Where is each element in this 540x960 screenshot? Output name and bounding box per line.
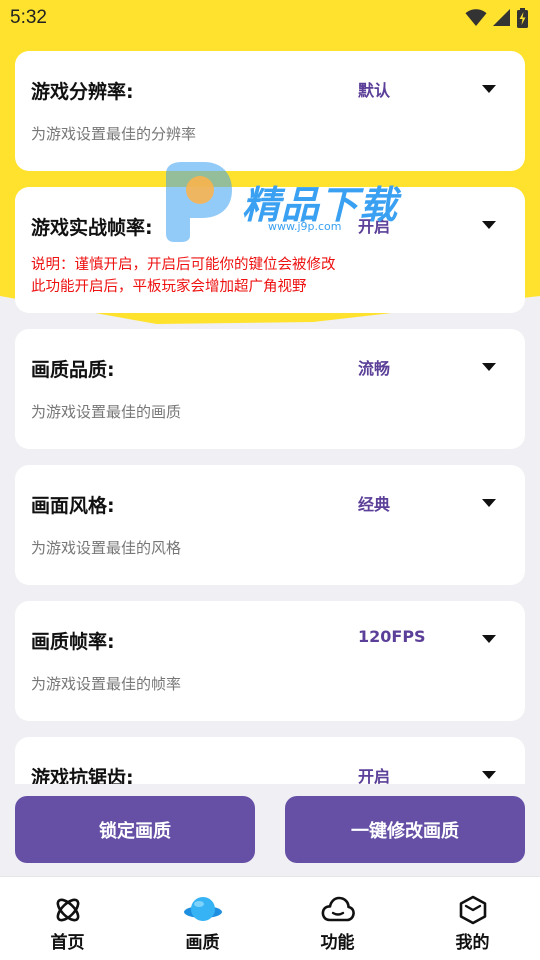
dropdown-arrow-icon[interactable] bbox=[482, 771, 496, 779]
status-icons bbox=[465, 8, 528, 28]
setting-description: 为游戏设置最佳的画质 bbox=[31, 403, 182, 421]
tab-home[interactable]: 首页 bbox=[0, 877, 135, 960]
setting-value[interactable]: 默认 bbox=[358, 77, 390, 101]
setting-card-antialiasing[interactable]: 游戏抗锯齿: 开启 bbox=[15, 737, 525, 784]
setting-title: 画面风格: bbox=[31, 495, 115, 517]
signal-icon bbox=[493, 9, 511, 27]
tab-label: 首页 bbox=[50, 933, 85, 953]
dropdown-arrow-icon[interactable] bbox=[482, 221, 496, 229]
setting-card-framerate[interactable]: 画质帧率: 120FPS 为游戏设置最佳的帧率 bbox=[15, 601, 525, 721]
cloud-icon bbox=[321, 894, 355, 926]
setting-warning-note: 说明：谨慎开启，开启后可能你的键位会被修改 bbox=[31, 257, 336, 273]
lock-quality-button[interactable]: 锁定画质 bbox=[15, 796, 255, 863]
status-bar: 5:32 bbox=[0, 0, 540, 36]
setting-card-style[interactable]: 画面风格: 经典 为游戏设置最佳的风格 bbox=[15, 465, 525, 585]
setting-value[interactable]: 120FPS bbox=[358, 627, 426, 646]
tab-features[interactable]: 功能 bbox=[270, 877, 405, 960]
bottom-tab-bar: 首页 画质 功能 我的 bbox=[0, 876, 540, 960]
setting-card-combat-framerate[interactable]: 游戏实战帧率: 开启 说明：谨慎开启，开启后可能你的键位会被修改 此功能开启后，… bbox=[15, 187, 525, 313]
battery-charging-icon bbox=[517, 8, 528, 28]
cube-icon bbox=[458, 894, 488, 926]
tab-label: 画质 bbox=[185, 933, 220, 953]
dropdown-arrow-icon[interactable] bbox=[482, 85, 496, 93]
tab-quality[interactable]: 画质 bbox=[135, 877, 270, 960]
wifi-icon bbox=[465, 9, 487, 27]
setting-value[interactable]: 流畅 bbox=[358, 355, 390, 379]
atom-icon bbox=[53, 894, 83, 926]
setting-value[interactable]: 开启 bbox=[358, 213, 390, 237]
setting-card-quality[interactable]: 画质品质: 流畅 为游戏设置最佳的画质 bbox=[15, 329, 525, 449]
dropdown-arrow-icon[interactable] bbox=[482, 499, 496, 507]
setting-title: 游戏实战帧率: bbox=[31, 217, 153, 239]
settings-list[interactable]: 游戏分辨率: 默认 为游戏设置最佳的分辨率 游戏实战帧率: 开启 说明：谨慎开启… bbox=[0, 36, 540, 784]
setting-description: 为游戏设置最佳的帧率 bbox=[31, 675, 182, 693]
setting-warning-note: 此功能开启后，平板玩家会增加超广角视野 bbox=[31, 279, 307, 295]
setting-value[interactable]: 经典 bbox=[358, 491, 390, 515]
status-time: 5:32 bbox=[10, 7, 47, 28]
dropdown-arrow-icon[interactable] bbox=[482, 363, 496, 371]
tab-label: 我的 bbox=[455, 933, 490, 953]
setting-value[interactable]: 开启 bbox=[358, 763, 390, 784]
setting-title: 画质品质: bbox=[31, 359, 115, 381]
tab-profile[interactable]: 我的 bbox=[405, 877, 540, 960]
setting-title: 游戏抗锯齿: bbox=[31, 767, 134, 784]
one-click-modify-button[interactable]: 一键修改画质 bbox=[285, 796, 525, 863]
setting-title: 游戏分辨率: bbox=[31, 81, 134, 103]
setting-description: 为游戏设置最佳的分辨率 bbox=[31, 125, 197, 143]
action-bar: 锁定画质 一键修改画质 bbox=[0, 784, 540, 874]
setting-title: 画质帧率: bbox=[31, 631, 115, 653]
dropdown-arrow-icon[interactable] bbox=[482, 635, 496, 643]
setting-card-resolution[interactable]: 游戏分辨率: 默认 为游戏设置最佳的分辨率 bbox=[15, 51, 525, 171]
tab-label: 功能 bbox=[320, 933, 355, 953]
planet-icon bbox=[183, 894, 223, 926]
setting-description: 为游戏设置最佳的风格 bbox=[31, 539, 182, 557]
